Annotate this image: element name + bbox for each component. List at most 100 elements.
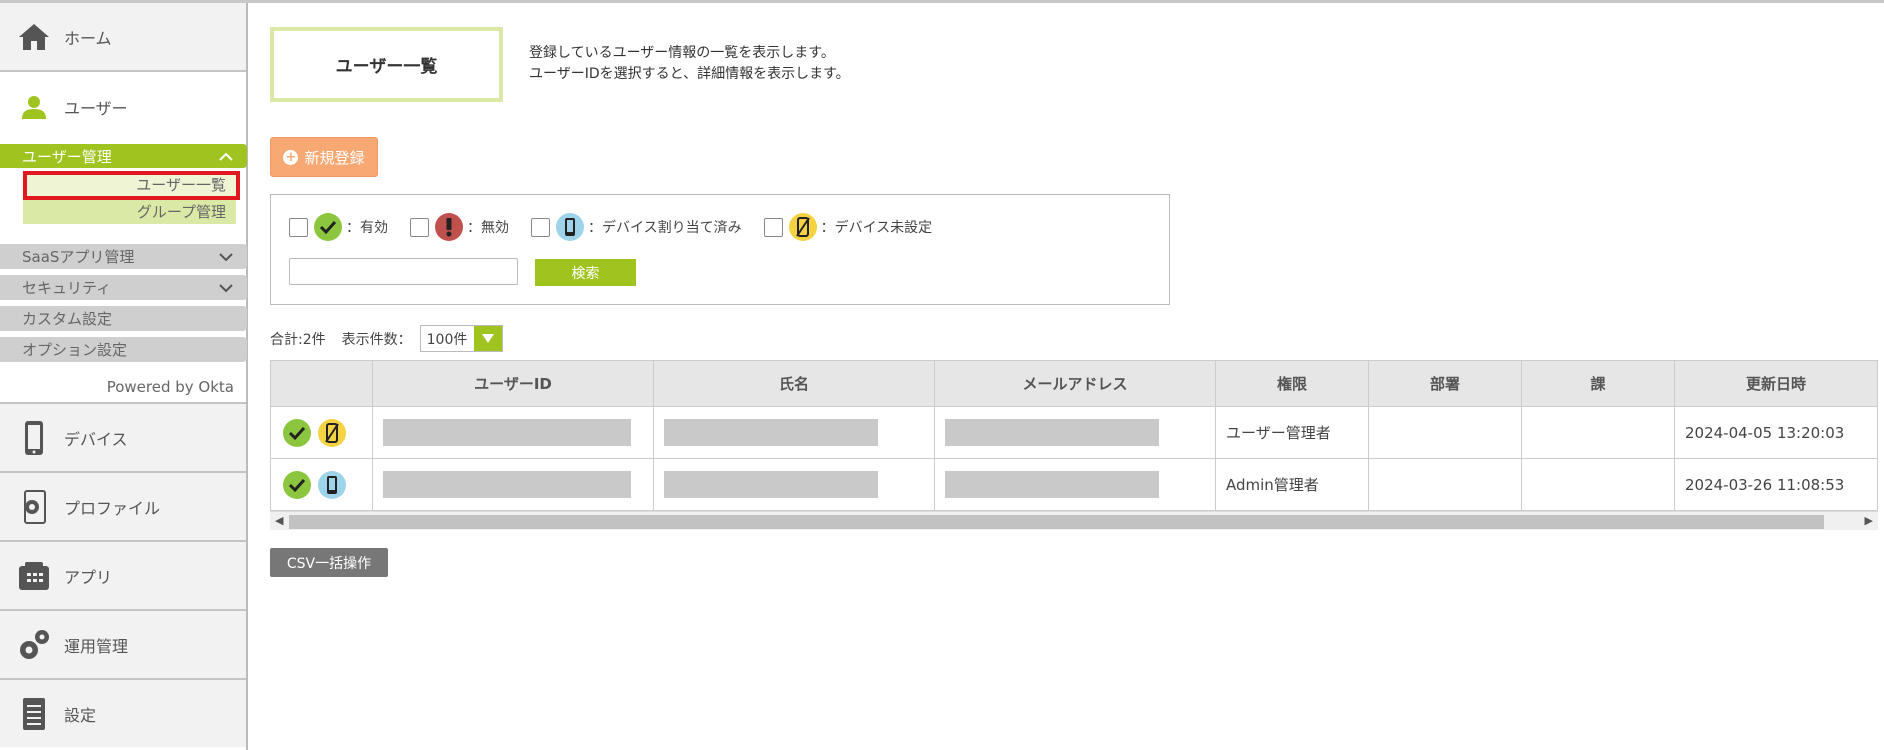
sidebar-item-saas[interactable]: SaaSアプリ管理 [0, 244, 247, 269]
user-icon [16, 89, 52, 125]
list-summary: 合計:2件 表示件数： 100件 [270, 325, 503, 352]
per-page-value: 100件 [426, 331, 468, 348]
redacted-bar [945, 419, 1159, 446]
role-cell: ユーザー管理者 [1215, 406, 1369, 459]
col-department[interactable]: 部署 [1368, 360, 1522, 407]
col-role[interactable]: 権限 [1215, 360, 1369, 407]
exclamation-icon [435, 213, 463, 241]
table-row: ユーザー管理者 2024-04-05 13:20:03 [270, 406, 1878, 459]
department-cell [1368, 406, 1522, 459]
col-section[interactable]: 課 [1521, 360, 1675, 407]
nav-device[interactable]: デバイス [0, 402, 246, 471]
page-description: 登録しているユーザー情報の一覧を表示します。 ユーザーIDを選択すると、詳細情報… [529, 43, 850, 85]
sidebar-item-custom[interactable]: カスタム設定 [0, 306, 247, 331]
invalid-label: ：無効 [467, 220, 509, 236]
nav-home-label: ホーム [64, 28, 112, 48]
sidebar: ホーム ユーザー ユーザー管理 ユーザー一覧 グループ管理 SaaSアプリ管理 … [0, 3, 248, 750]
new-registration-button[interactable]: + 新規登録 [270, 137, 378, 177]
col-user-id[interactable]: ユーザーID [372, 360, 654, 407]
valid-checkbox[interactable] [289, 217, 308, 237]
nav-profile[interactable]: プロファイル [0, 471, 246, 540]
redacted-bar [664, 419, 878, 446]
nav-profile-label: プロファイル [64, 498, 161, 518]
name-cell [653, 458, 935, 511]
new-registration-label: 新規登録 [304, 148, 365, 167]
user-id-cell[interactable] [372, 406, 654, 459]
chevron-up-icon [219, 147, 233, 165]
user-management-toggle[interactable]: ユーザー管理 [0, 144, 247, 168]
sidebar-item-security[interactable]: セキュリティ [0, 275, 247, 300]
email-cell [934, 406, 1216, 459]
nav-device-label: デバイス [64, 429, 128, 449]
invalid-checkbox[interactable] [410, 217, 429, 237]
col-email[interactable]: メールアドレス [934, 360, 1216, 407]
filter-invalid: ：無効 [410, 213, 509, 241]
nav-app[interactable]: アプリ [0, 540, 246, 609]
user-management-label: ユーザー管理 [22, 147, 112, 166]
col-updated[interactable]: 更新日時 [1674, 360, 1878, 407]
col-status [270, 360, 373, 407]
horizontal-scrollbar[interactable]: ◀ ▶ [270, 511, 1878, 530]
gears-icon [16, 627, 52, 663]
scrollbar-thumb[interactable] [289, 515, 1824, 529]
triangle-down-icon [473, 326, 502, 351]
description-line-2: ユーザーIDを選択すると、詳細情報を表示します。 [529, 66, 850, 82]
plus-icon: + [283, 149, 299, 165]
device-assigned-icon [556, 213, 584, 241]
status-cell [270, 458, 373, 511]
chevron-down-icon [219, 248, 233, 266]
name-cell [653, 406, 935, 459]
powered-by: Powered by Okta [106, 378, 234, 396]
col-name[interactable]: 氏名 [653, 360, 935, 407]
nav-user-label: ユーザー [64, 98, 128, 118]
search-input[interactable] [289, 258, 518, 285]
document-icon [16, 696, 52, 732]
device-unset-checkbox[interactable] [763, 217, 783, 237]
custom-label: カスタム設定 [22, 310, 113, 328]
scroll-right-icon[interactable]: ▶ [1865, 514, 1873, 527]
app-icon [16, 558, 52, 594]
device-unset-label: ：デバイス未設定 [820, 220, 933, 236]
user-table: ユーザーID 氏名 メールアドレス 権限 部署 課 更新日時 ユーザー管理者 2… [270, 360, 1878, 511]
per-page-label: 表示件数： [341, 331, 412, 348]
valid-label: ：有効 [346, 220, 388, 236]
filter-device-unset: ：デバイス未設定 [763, 213, 933, 241]
email-cell [934, 458, 1216, 511]
filter-valid: ：有効 [289, 213, 388, 241]
redacted-bar [383, 419, 631, 446]
table-row: Admin管理者 2024-03-26 11:08:53 [270, 458, 1878, 511]
section-cell [1521, 458, 1675, 511]
saas-label: SaaSアプリ管理 [22, 248, 135, 266]
nav-user[interactable]: ユーザー [0, 72, 246, 141]
smartphone-icon [16, 420, 52, 456]
updated-cell: 2024-04-05 13:20:03 [1674, 406, 1878, 459]
check-icon [314, 213, 342, 241]
page-title: ユーザー一覧 [270, 27, 503, 102]
nav-operations[interactable]: 運用管理 [0, 609, 246, 678]
description-line-1: 登録しているユーザー情報の一覧を表示します。 [529, 45, 835, 61]
chevron-down-icon [219, 279, 233, 297]
sidebar-item-user-list[interactable]: ユーザー一覧 [23, 171, 240, 200]
per-page-select[interactable]: 100件 [419, 325, 503, 352]
section-cell [1521, 406, 1675, 459]
updated-cell: 2024-03-26 11:08:53 [1674, 458, 1878, 511]
department-cell [1368, 458, 1522, 511]
csv-bulk-button[interactable]: CSV一括操作 [270, 548, 388, 577]
device-assigned-checkbox[interactable] [531, 217, 550, 237]
nav-home[interactable]: ホーム [0, 3, 246, 72]
profile-gear-icon [16, 489, 52, 525]
role-cell: Admin管理者 [1215, 458, 1369, 511]
option-label: オプション設定 [22, 341, 128, 359]
sidebar-item-group-management[interactable]: グループ管理 [23, 200, 236, 224]
scroll-left-icon[interactable]: ◀ [275, 514, 283, 527]
device-assigned-icon [318, 470, 346, 499]
check-icon [283, 470, 311, 499]
device-unset-icon [318, 418, 346, 447]
user-id-cell[interactable] [372, 458, 654, 511]
search-button[interactable]: 検索 [535, 259, 636, 286]
nav-settings[interactable]: 設定 [0, 678, 246, 747]
security-label: セキュリティ [22, 279, 112, 297]
nav-operations-label: 運用管理 [64, 636, 129, 656]
redacted-bar [664, 471, 878, 498]
sidebar-item-option[interactable]: オプション設定 [0, 337, 247, 362]
